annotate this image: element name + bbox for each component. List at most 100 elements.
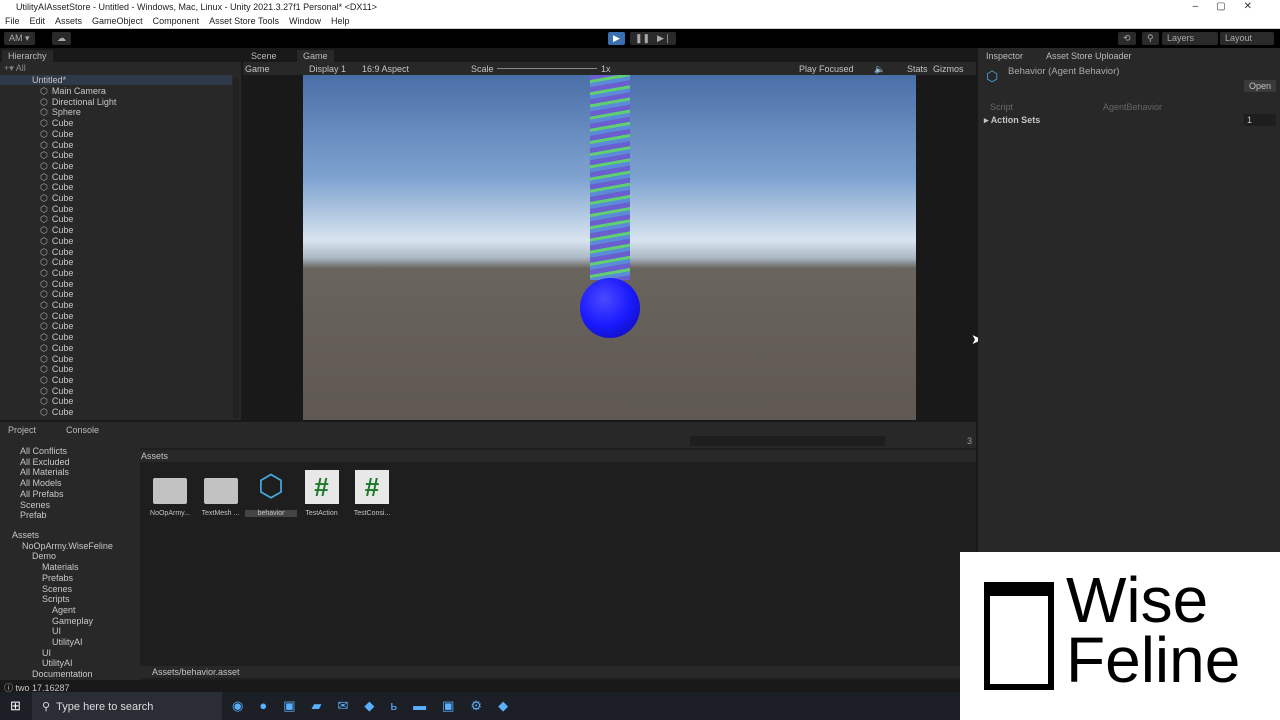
tab-game[interactable]: Game bbox=[297, 50, 334, 62]
hierarchy-item[interactable]: Directional Light bbox=[40, 97, 117, 108]
hierarchy-item[interactable]: Sphere bbox=[40, 107, 81, 118]
folder-tree-item[interactable]: Materials bbox=[42, 562, 79, 573]
hierarchy-item[interactable]: Cube bbox=[40, 396, 74, 407]
folder-tree-item[interactable]: UI bbox=[52, 626, 61, 637]
mute-icon[interactable]: 🔈 bbox=[874, 64, 885, 75]
display-dropdown[interactable]: Display 1 bbox=[309, 64, 346, 74]
hierarchy-item[interactable]: Cube bbox=[40, 386, 74, 397]
hierarchy-item[interactable]: Cube bbox=[40, 182, 74, 193]
menu-item[interactable]: File bbox=[5, 16, 20, 27]
hierarchy-item[interactable]: Cube bbox=[40, 300, 74, 311]
hierarchy-item[interactable]: Cube bbox=[40, 118, 74, 129]
hierarchy-item[interactable]: Cube bbox=[40, 150, 74, 161]
favorite-item[interactable]: All Conflicts bbox=[20, 446, 67, 457]
hierarchy-item[interactable]: Cube bbox=[40, 375, 74, 386]
menu-item[interactable]: Assets bbox=[55, 16, 82, 27]
history-icon[interactable]: ⟲ bbox=[1118, 32, 1136, 45]
menu-item[interactable]: Edit bbox=[30, 16, 46, 27]
hierarchy-item[interactable]: Cube bbox=[40, 204, 74, 215]
folder-tree-item[interactable]: UtilityAI bbox=[52, 637, 83, 648]
folder-tree-item[interactable]: Scenes bbox=[42, 584, 72, 595]
hierarchy-search[interactable]: +▾ All bbox=[4, 63, 26, 74]
folder-tree-item[interactable]: Documentation bbox=[32, 669, 93, 680]
account-dropdown[interactable]: AM ▾ bbox=[4, 32, 35, 45]
hidden-packages-badge[interactable]: 3 bbox=[967, 436, 972, 446]
folder-tree-item[interactable]: NoOpArmy.WiseFeline bbox=[22, 541, 113, 552]
menu-item[interactable]: Asset Store Tools bbox=[209, 16, 279, 27]
favorite-item[interactable]: All Materials bbox=[20, 467, 69, 478]
folder-tree-item[interactable]: UtilityAI bbox=[42, 658, 73, 669]
menu-item[interactable]: GameObject bbox=[92, 16, 143, 27]
scene-root[interactable]: Untitled* bbox=[32, 75, 66, 85]
hierarchy-item[interactable]: Cube bbox=[40, 343, 74, 354]
layout-dropdown[interactable]: Layout bbox=[1220, 32, 1274, 45]
game-viewport[interactable] bbox=[303, 75, 916, 420]
gizmos-button[interactable]: Gizmos bbox=[933, 64, 964, 74]
tab-asset-store-uploader[interactable]: Asset Store Uploader bbox=[1040, 50, 1138, 62]
hierarchy-item[interactable]: Cube bbox=[40, 225, 74, 236]
hierarchy-item[interactable]: Cube bbox=[40, 193, 74, 204]
favorite-item[interactable]: Prefab bbox=[20, 510, 47, 521]
tab-hierarchy[interactable]: Hierarchy bbox=[2, 50, 53, 62]
folder-tree-item[interactable]: Gameplay bbox=[52, 616, 93, 627]
folder-tree-item[interactable]: Agent bbox=[52, 605, 76, 616]
favorite-item[interactable]: All Prefabs bbox=[20, 489, 64, 500]
taskbar-search[interactable]: ⚲ Type here to search bbox=[32, 692, 222, 720]
hierarchy-item[interactable]: Main Camera bbox=[40, 86, 106, 97]
scrollbar[interactable] bbox=[233, 78, 239, 418]
step-button[interactable]: ▶❘ bbox=[652, 32, 677, 45]
menu-item[interactable]: Help bbox=[331, 16, 350, 27]
cloud-icon[interactable]: ☁ bbox=[52, 32, 71, 45]
script-field[interactable]: AgentBehavior bbox=[1103, 102, 1162, 112]
asset-item[interactable]: NoOpArmy... bbox=[144, 470, 196, 517]
tab-console[interactable]: Console bbox=[60, 424, 105, 436]
hierarchy-item[interactable]: Cube bbox=[40, 129, 74, 140]
hierarchy-item[interactable]: Cube bbox=[40, 140, 74, 151]
hierarchy-item[interactable]: Cube bbox=[40, 407, 74, 418]
folder-tree-item[interactable]: Assets bbox=[12, 530, 39, 541]
project-search[interactable] bbox=[690, 436, 885, 446]
hierarchy-item[interactable]: Cube bbox=[40, 289, 74, 300]
hierarchy-item[interactable]: Cube bbox=[40, 161, 74, 172]
layers-dropdown[interactable]: Layers bbox=[1162, 32, 1218, 45]
tab-inspector[interactable]: Inspector bbox=[980, 50, 1030, 62]
hierarchy-item[interactable]: Cube bbox=[40, 332, 74, 343]
hierarchy-item[interactable]: Cube bbox=[40, 236, 74, 247]
action-sets-foldout[interactable]: ▸ Action Sets bbox=[984, 115, 1040, 126]
hierarchy-item[interactable]: Cube bbox=[40, 311, 74, 322]
hierarchy-item[interactable]: Cube bbox=[40, 172, 74, 183]
tab-scene[interactable]: Scene bbox=[245, 50, 283, 62]
play-focused-dropdown[interactable]: Play Focused bbox=[799, 64, 854, 74]
windows-start-icon[interactable]: ⊞ bbox=[10, 698, 21, 714]
folder-tree-item[interactable]: Demo bbox=[32, 551, 56, 562]
asset-item[interactable]: TextMesh ... bbox=[195, 470, 247, 517]
hierarchy-item[interactable]: Cube bbox=[40, 364, 74, 375]
favorite-item[interactable]: All Excluded bbox=[20, 457, 70, 468]
hierarchy-item[interactable]: Cube bbox=[40, 321, 74, 332]
scale-slider[interactable] bbox=[497, 68, 597, 69]
open-button[interactable]: Open bbox=[1243, 80, 1276, 92]
play-button[interactable]: ▶ bbox=[608, 32, 625, 45]
window-controls[interactable]: –▢✕ bbox=[1193, 1, 1270, 12]
menu-item[interactable]: Component bbox=[153, 16, 200, 27]
game-mode-dropdown[interactable]: Game bbox=[245, 64, 270, 74]
action-sets-count[interactable]: 1 bbox=[1244, 114, 1276, 126]
stats-button[interactable]: Stats bbox=[907, 64, 928, 74]
menu-item[interactable]: Window bbox=[289, 16, 321, 27]
folder-tree-item[interactable]: Prefabs bbox=[42, 573, 73, 584]
hierarchy-item[interactable]: Cube bbox=[40, 214, 74, 225]
asset-item[interactable]: # TestAction bbox=[296, 470, 348, 517]
hierarchy-item[interactable]: Cube bbox=[40, 354, 74, 365]
taskbar-app-icons[interactable]: ◉●▣▰✉◆ь▬▣⚙◆ bbox=[232, 698, 524, 714]
hierarchy-item[interactable]: Cube bbox=[40, 247, 74, 258]
tab-project[interactable]: Project bbox=[2, 424, 43, 436]
search-icon[interactable]: ⚲ bbox=[1142, 32, 1159, 45]
folder-tree-item[interactable]: UI bbox=[42, 648, 51, 659]
asset-item[interactable]: ⬡ behavior bbox=[245, 470, 297, 517]
aspect-dropdown[interactable]: 16:9 Aspect bbox=[362, 64, 409, 74]
favorite-item[interactable]: All Models bbox=[20, 478, 62, 489]
asset-item[interactable]: # TestConsi... bbox=[346, 470, 398, 517]
folder-tree-item[interactable]: Scripts bbox=[42, 594, 70, 605]
favorite-item[interactable]: Scenes bbox=[20, 500, 50, 511]
hierarchy-item[interactable]: Cube bbox=[40, 257, 74, 268]
